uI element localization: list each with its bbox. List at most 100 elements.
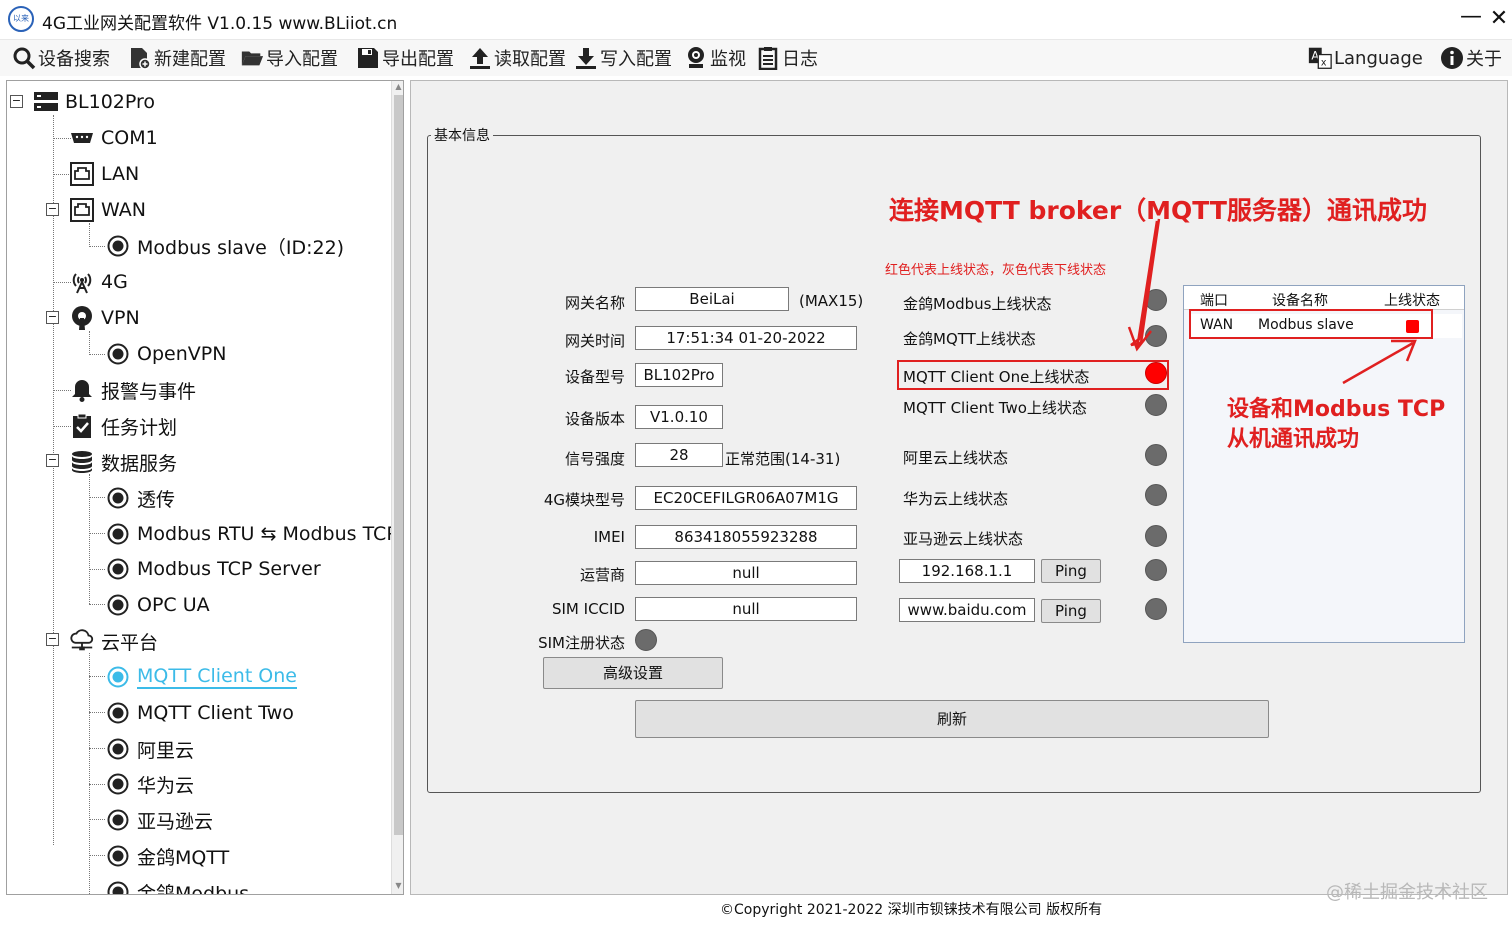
- tree-item-bl102pro[interactable]: BL102Pro: [33, 85, 155, 119]
- config-tree: − − − − − BL102Pro COM1 LAN WAN Modbus s…: [6, 80, 404, 895]
- tree-item-huawei[interactable]: 华为云: [105, 767, 194, 801]
- log-button[interactable]: 日志: [756, 43, 818, 73]
- main-panel: 基本信息 网关名称 BeiLai (MAX15) 网关时间 17:51:34 0…: [410, 80, 1508, 895]
- tree-line: [89, 569, 105, 570]
- scroll-up-icon[interactable]: ▲: [393, 82, 403, 94]
- node-target-icon: [105, 233, 131, 259]
- read-config-button[interactable]: 读取配置: [468, 43, 566, 73]
- language-button[interactable]: Ax Language: [1308, 43, 1423, 73]
- device-search-button[interactable]: 设备搜索: [12, 43, 110, 73]
- node-target-icon: [105, 664, 131, 690]
- node-target-icon: [105, 341, 131, 367]
- new-config-button[interactable]: 新建配置: [128, 43, 226, 73]
- tree-label: Modbus RTU ⇆ Modbus TCP: [137, 523, 398, 545]
- tree-label: 阿里云: [137, 739, 195, 762]
- clipboard-check-icon: [69, 413, 95, 439]
- tree-line: [89, 784, 105, 785]
- tree-line: [89, 246, 105, 247]
- tree-label: 任务计划: [101, 416, 178, 439]
- about-button[interactable]: 关于: [1440, 43, 1502, 73]
- write-config-label: 写入配置: [600, 49, 672, 70]
- tree-label: WAN: [101, 199, 146, 221]
- tree-line: [89, 474, 90, 604]
- monitor-button[interactable]: 监视: [684, 43, 746, 73]
- watermark: @稀土掘金技术社区: [1326, 882, 1488, 903]
- import-config-label: 导入配置: [266, 49, 338, 70]
- tree-item-mqtt-client-one[interactable]: MQTT Client One: [105, 660, 297, 694]
- tree-label: 金鸽Modbus: [137, 882, 250, 895]
- tree-item-jinge-mqtt[interactable]: 金鸽MQTT: [105, 839, 229, 873]
- tree-line: [89, 653, 90, 894]
- expander-vpn[interactable]: −: [46, 311, 59, 324]
- tree-label: LAN: [101, 163, 140, 185]
- tree-line: [89, 676, 105, 677]
- write-config-button[interactable]: 写入配置: [574, 43, 672, 73]
- arrow-to-port-row: [1342, 339, 1417, 385]
- tree-item-task[interactable]: 任务计划: [69, 409, 177, 443]
- export-config-label: 导出配置: [382, 49, 454, 70]
- close-button[interactable]: ✕: [1488, 6, 1510, 32]
- new-file-icon: [128, 46, 152, 70]
- import-config-button[interactable]: 导入配置: [240, 43, 338, 73]
- save-icon: [356, 46, 380, 70]
- webcam-icon: [684, 46, 708, 70]
- tree-label: 云平台: [101, 631, 159, 654]
- expander-data-service[interactable]: −: [46, 454, 59, 467]
- tree-label: 金鸽MQTT: [137, 846, 230, 869]
- minimize-button[interactable]: —: [1460, 4, 1482, 30]
- tree-label: 4G: [101, 271, 128, 293]
- tree-label: OPC UA: [137, 594, 210, 616]
- tree-item-aws[interactable]: 亚马逊云: [105, 803, 213, 837]
- tree-line: [89, 497, 105, 498]
- tree-item-4g[interactable]: 4G: [69, 265, 128, 299]
- tree-item-passthrough[interactable]: 透传: [105, 481, 175, 515]
- tree-item-modbus-slave[interactable]: Modbus slave（ID:22): [105, 229, 344, 263]
- about-label: 关于: [1466, 49, 1502, 70]
- scroll-thumb[interactable]: [394, 95, 403, 835]
- tree-item-lan[interactable]: LAN: [69, 157, 139, 191]
- tree-item-opcua[interactable]: OPC UA: [105, 588, 210, 622]
- gateway-icon: [33, 89, 59, 115]
- tree-label: 透传: [137, 488, 176, 511]
- tree-line: [53, 115, 54, 845]
- tree-label: OpenVPN: [137, 343, 227, 365]
- tree-item-aliyun[interactable]: 阿里云: [105, 732, 194, 766]
- tree-line: [89, 855, 105, 856]
- node-target-icon: [105, 485, 131, 511]
- expander-root[interactable]: −: [10, 95, 23, 108]
- annotation-arrows: [1127, 218, 1417, 385]
- tree-item-wan[interactable]: WAN: [69, 193, 146, 227]
- export-config-button[interactable]: 导出配置: [356, 43, 454, 73]
- tree-item-alarm[interactable]: 报警与事件: [69, 373, 196, 407]
- tree-line: [89, 604, 105, 605]
- search-icon: [12, 46, 36, 70]
- expander-cloud[interactable]: −: [46, 633, 59, 646]
- tree-item-data-service[interactable]: 数据服务: [69, 445, 177, 479]
- tree-item-openvpn[interactable]: OpenVPN: [105, 337, 226, 371]
- node-target-icon: [105, 556, 131, 582]
- tree-item-cloud[interactable]: 云平台: [69, 624, 158, 658]
- tree-item-tcp-server[interactable]: Modbus TCP Server: [105, 552, 321, 586]
- bell-icon: [69, 377, 95, 403]
- read-config-label: 读取配置: [494, 49, 566, 70]
- tree-item-mqtt-client-two[interactable]: MQTT Client Two: [105, 696, 294, 730]
- tree-item-jinge-modbus[interactable]: 金鸽Modbus: [105, 875, 250, 895]
- folder-open-icon: [240, 46, 264, 70]
- tree-label: Modbus TCP Server: [137, 558, 321, 580]
- node-target-icon: [105, 521, 131, 547]
- tree-label: 报警与事件: [101, 380, 197, 403]
- tree-item-com1[interactable]: COM1: [69, 121, 158, 155]
- tree-label: Modbus slave（ID:22): [137, 236, 345, 259]
- expander-wan[interactable]: −: [46, 203, 59, 216]
- cloud-network-icon: [69, 628, 95, 654]
- tree-line: [89, 748, 105, 749]
- device-search-label: 设备搜索: [38, 49, 110, 70]
- tree-item-vpn[interactable]: VPN: [69, 301, 140, 335]
- language-label: Language: [1334, 47, 1423, 69]
- window-title: 4G工业网关配置软件 V1.0.15 www.BLiiot.cn: [42, 14, 398, 34]
- tree-line: [89, 712, 105, 713]
- database-icon: [69, 449, 95, 475]
- tree-item-rtu-tcp[interactable]: Modbus RTU ⇆ Modbus TCP: [105, 517, 398, 551]
- scroll-down-icon[interactable]: ▼: [393, 881, 403, 893]
- tree-scrollbar[interactable]: ▲ ▼: [391, 81, 403, 894]
